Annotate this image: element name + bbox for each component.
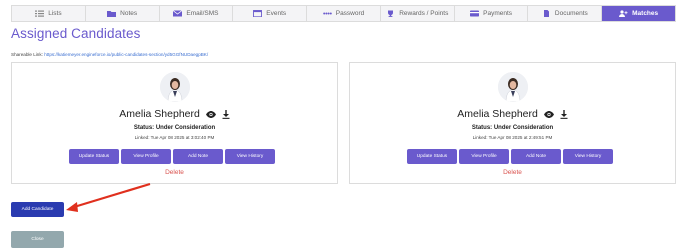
- close-button[interactable]: Close: [11, 231, 64, 248]
- tab-label: Documents: [554, 10, 588, 17]
- view-history-button[interactable]: View History: [563, 149, 613, 164]
- tab-password[interactable]: Password: [307, 6, 381, 21]
- credit-card-icon: [470, 10, 480, 17]
- tab-events[interactable]: Events: [233, 6, 308, 21]
- page-title: Assigned Candidates: [11, 26, 141, 41]
- view-profile-button[interactable]: View Profile: [121, 149, 171, 164]
- candidate-name: Amelia Shepherd: [119, 108, 200, 120]
- tab-label: Rewards / Points: [399, 10, 449, 17]
- update-status-button[interactable]: Update Status: [407, 149, 457, 164]
- candidate-linked-date: Linked: Tue Apr 08 2025 at 2:49:51 PM: [472, 135, 553, 140]
- tab-notes[interactable]: Notes: [86, 6, 160, 21]
- tab-lists[interactable]: Lists: [12, 6, 86, 21]
- envelope-icon: [173, 10, 183, 17]
- tab-label: Lists: [48, 10, 62, 17]
- candidate-linked-date: Linked: Tue Apr 08 2025 at 3:02:40 PM: [134, 135, 215, 140]
- tab-label: Notes: [120, 10, 138, 17]
- avatar: [498, 72, 528, 102]
- tab-label: Email/SMS: [186, 10, 219, 17]
- candidate-actions: Update Status View Profile Add Note View…: [407, 149, 613, 164]
- eye-icon[interactable]: [543, 110, 554, 118]
- view-history-button[interactable]: View History: [225, 149, 275, 164]
- update-status-button[interactable]: Update Status: [69, 149, 119, 164]
- candidate-actions: Update Status View Profile Add Note View…: [69, 149, 275, 164]
- user-plus-icon: [619, 10, 628, 17]
- delete-link[interactable]: Delete: [350, 169, 675, 176]
- candidate-status: Status: Under Consideration: [471, 125, 554, 131]
- delete-link[interactable]: Delete: [12, 169, 337, 176]
- shareable-link-row: Shareable Link: https://katiemeyer.engin…: [11, 52, 208, 57]
- tab-label: Password: [335, 10, 365, 17]
- eye-icon[interactable]: [205, 110, 216, 118]
- view-profile-button[interactable]: View Profile: [459, 149, 509, 164]
- tab-email-sms[interactable]: Email/SMS: [160, 6, 234, 21]
- tab-rewards-points[interactable]: Rewards / Points: [381, 6, 455, 21]
- tab-bar: Lists Notes Email/SMS Events Password Re…: [11, 5, 676, 22]
- password-dots-icon: [322, 12, 332, 15]
- trophy-icon: [388, 10, 394, 17]
- candidate-name-row: Amelia Shepherd: [350, 108, 675, 120]
- tab-label: Events: [266, 10, 287, 17]
- folder-icon: [107, 11, 117, 17]
- document-icon: [543, 10, 549, 17]
- tab-label: Payments: [483, 10, 513, 17]
- tab-matches[interactable]: Matches: [602, 6, 676, 21]
- candidate-status: Status: Under Consideration: [133, 125, 216, 131]
- tab-payments[interactable]: Payments: [455, 6, 529, 21]
- download-icon[interactable]: [222, 109, 230, 119]
- avatar: [160, 72, 190, 102]
- add-note-button[interactable]: Add Note: [173, 149, 223, 164]
- candidate-card: Amelia Shepherd Status: Under Considerat…: [11, 62, 338, 184]
- shareable-link-url[interactable]: https://katiemeyer.engineforce.io/public…: [44, 52, 208, 57]
- add-candidate-button[interactable]: Add Candidate: [11, 202, 64, 217]
- candidate-card: Amelia Shepherd Status: Under Considerat…: [349, 62, 676, 184]
- shareable-link-label: Shareable Link:: [11, 52, 43, 57]
- download-icon[interactable]: [560, 109, 568, 119]
- candidate-name: Amelia Shepherd: [457, 108, 538, 120]
- tab-documents[interactable]: Documents: [528, 6, 603, 21]
- list-icon: [35, 10, 45, 17]
- add-note-button[interactable]: Add Note: [511, 149, 561, 164]
- tab-label: Matches: [632, 10, 659, 17]
- candidate-name-row: Amelia Shepherd: [12, 108, 337, 120]
- calendar-icon: [253, 10, 263, 17]
